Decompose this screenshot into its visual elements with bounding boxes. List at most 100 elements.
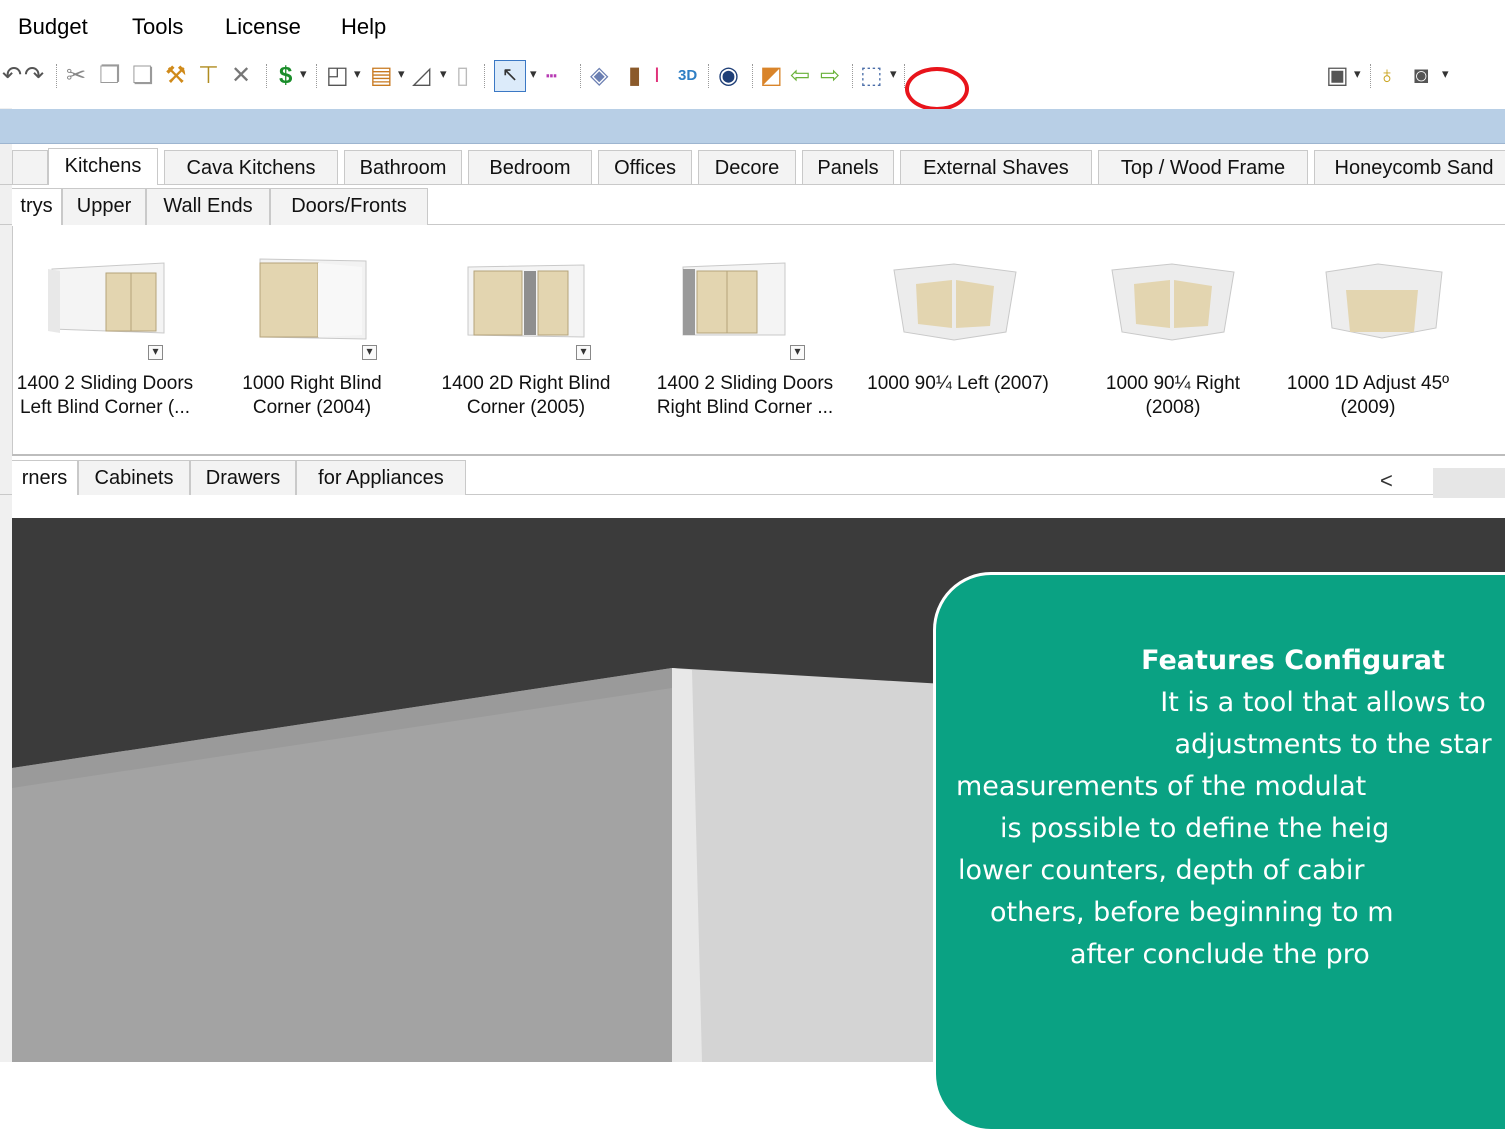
subtab-wall-ends[interactable]: Wall Ends [146, 188, 270, 225]
toolbar-separator [852, 64, 854, 88]
chevron-down-icon[interactable]: ▾ [354, 66, 361, 82]
redo-icon[interactable]: ↷ [24, 62, 44, 90]
left-frame [0, 108, 12, 1062]
menu-tools[interactable]: Tools [132, 14, 183, 40]
expand-icon[interactable]: ▾ [576, 345, 591, 360]
arrow-right-icon[interactable]: ⇨ [820, 62, 840, 90]
tab-honeycomb-sand[interactable]: Honeycomb Sand [1314, 150, 1505, 184]
features-callout: Features Configurat It is a tool that al… [933, 572, 1505, 1132]
arrow-left-icon[interactable]: ⇦ [790, 62, 810, 90]
subtab-doors-fronts[interactable]: Doors/Fronts [270, 188, 428, 225]
subtab-upper[interactable]: Upper [62, 188, 146, 225]
copy-icon[interactable]: ❐ [99, 62, 121, 90]
dimension-icon[interactable]: ┅ [546, 62, 557, 90]
horizontal-scrollbar[interactable] [1433, 468, 1505, 498]
scroll-left-icon[interactable]: < [1380, 468, 1393, 494]
expand-icon[interactable]: ▾ [362, 345, 377, 360]
callout-line: others, before beginning to m [990, 897, 1394, 928]
3d-view-icon[interactable]: 3D [678, 62, 697, 90]
catalog-divider [12, 454, 1505, 456]
toolbar-separator [580, 64, 582, 88]
cabinet-thumbnail[interactable] [250, 255, 380, 345]
budget-dollar-icon[interactable]: $ [279, 62, 292, 90]
callout-line: after conclude the pro [1070, 939, 1370, 970]
callout-line: It is a tool that allows to [1160, 687, 1486, 718]
bottom-tab-corners[interactable]: rners [12, 460, 78, 495]
item-label[interactable]: 1000 90¼ Left (2007) [848, 372, 1068, 396]
height-adjust-icon[interactable]: Ⅰ [654, 62, 660, 90]
chevron-down-icon[interactable]: ▾ [440, 66, 447, 82]
callout-line: is possible to define the heig [1000, 813, 1390, 844]
expand-icon[interactable]: ▾ [790, 345, 805, 360]
cabinet-thumbnail[interactable] [460, 255, 590, 345]
tab-cava-kitchens[interactable]: Cava Kitchens [164, 150, 338, 184]
menu-budget[interactable]: Budget [18, 14, 88, 40]
tab-panels[interactable]: Panels [802, 150, 894, 184]
tab-bedroom[interactable]: Bedroom [468, 150, 592, 184]
camera-icon[interactable]: ◙ [1414, 62, 1429, 90]
tab-bathroom[interactable]: Bathroom [344, 150, 462, 184]
callout-line: measurements of the modulat [956, 771, 1367, 802]
menu-bar: Budget Tools License Help [0, 0, 1505, 50]
bottom-tab-cabinets[interactable]: Cabinets [78, 460, 190, 495]
tab-top-wood-frame[interactable]: Top / Wood Frame [1098, 150, 1308, 184]
bottom-tab-for-appliances[interactable]: for Appliances [296, 460, 466, 495]
toolbar-separator [708, 64, 710, 88]
delete-icon[interactable]: ✕ [231, 62, 251, 90]
shape-icon[interactable]: ◿ [412, 62, 430, 90]
features-configuration-icon[interactable]: ▮ [628, 62, 641, 90]
item-label[interactable]: 1000 1D Adjust 45º (2009) [1278, 372, 1458, 420]
cabinet-thumbnail[interactable] [675, 255, 805, 345]
cabinet-thumbnail[interactable] [1318, 262, 1448, 342]
item-label[interactable]: 1000 90¼ Right (2008) [1068, 372, 1278, 420]
select-pointer-icon[interactable]: ↖ [494, 60, 526, 92]
layers-icon[interactable]: ◈ [590, 62, 608, 90]
item-label[interactable]: 1000 Right Blind Corner (2004) [212, 372, 412, 420]
toolbar-separator [266, 64, 268, 88]
item-label[interactable]: 1400 2D Right Blind Corner (2005) [426, 372, 626, 420]
cabinet-thumbnail[interactable] [40, 255, 170, 345]
callout-title: Features Configurat [1141, 645, 1445, 676]
undo-icon[interactable]: ↶ [2, 62, 22, 90]
cabinet-thumbnail[interactable] [890, 262, 1020, 342]
hammer-icon[interactable]: ⚒ [165, 62, 187, 90]
render-icon[interactable]: ◩ [760, 62, 783, 90]
tab-decore[interactable]: Decore [698, 150, 796, 184]
tab-offices[interactable]: Offices [598, 150, 692, 184]
toolbar-separator [1370, 64, 1372, 88]
chevron-down-icon[interactable]: ▾ [530, 66, 537, 82]
item-label[interactable]: 1400 2 Sliding Doors Left Blind Corner (.… [0, 372, 210, 420]
chevron-down-icon[interactable]: ▾ [398, 66, 405, 82]
chevron-down-icon[interactable]: ▾ [1442, 66, 1449, 82]
bottom-tab-drawers[interactable]: Drawers [190, 460, 296, 495]
menu-help[interactable]: Help [341, 14, 386, 40]
cut-icon[interactable]: ✂ [66, 62, 86, 90]
expand-icon[interactable]: ▾ [148, 345, 163, 360]
box-view-icon[interactable]: ⬚ [860, 62, 883, 90]
toolbar-separator [752, 64, 754, 88]
paint-roller-icon[interactable]: ⊤ [198, 62, 219, 90]
callout-line: adjustments to the star [1174, 729, 1492, 760]
light-icon[interactable]: ♁ [1378, 62, 1396, 90]
subtab-entrys[interactable]: trys [12, 188, 62, 225]
chevron-down-icon[interactable]: ▾ [300, 66, 307, 82]
item-label[interactable]: 1400 2 Sliding Doors Right Blind Corner .… [640, 372, 850, 420]
column-icon[interactable]: ▯ [456, 62, 469, 90]
paste-icon[interactable]: ❏ [132, 62, 154, 90]
callout-line: lower counters, depth of cabir [958, 855, 1365, 886]
toolbar-separator [316, 64, 318, 88]
chevron-down-icon[interactable]: ▾ [890, 66, 897, 82]
floor-plan-icon[interactable]: ◰ [326, 62, 349, 90]
tab-external-shaves[interactable]: External Shaves [900, 150, 1092, 184]
eye-icon[interactable]: ◉ [718, 62, 739, 90]
tab-kitchens[interactable]: Kitchens [48, 148, 158, 185]
title-strip [0, 109, 1505, 144]
highlight-circle [905, 67, 969, 111]
cube-icon[interactable]: ▣ [1326, 62, 1349, 90]
tab-hidden[interactable] [12, 150, 48, 184]
wall-icon[interactable]: ▤ [370, 62, 393, 90]
menu-license[interactable]: License [225, 14, 301, 40]
cabinet-thumbnail[interactable] [1108, 262, 1238, 342]
toolbar-separator [56, 64, 58, 88]
chevron-down-icon[interactable]: ▾ [1354, 66, 1361, 82]
